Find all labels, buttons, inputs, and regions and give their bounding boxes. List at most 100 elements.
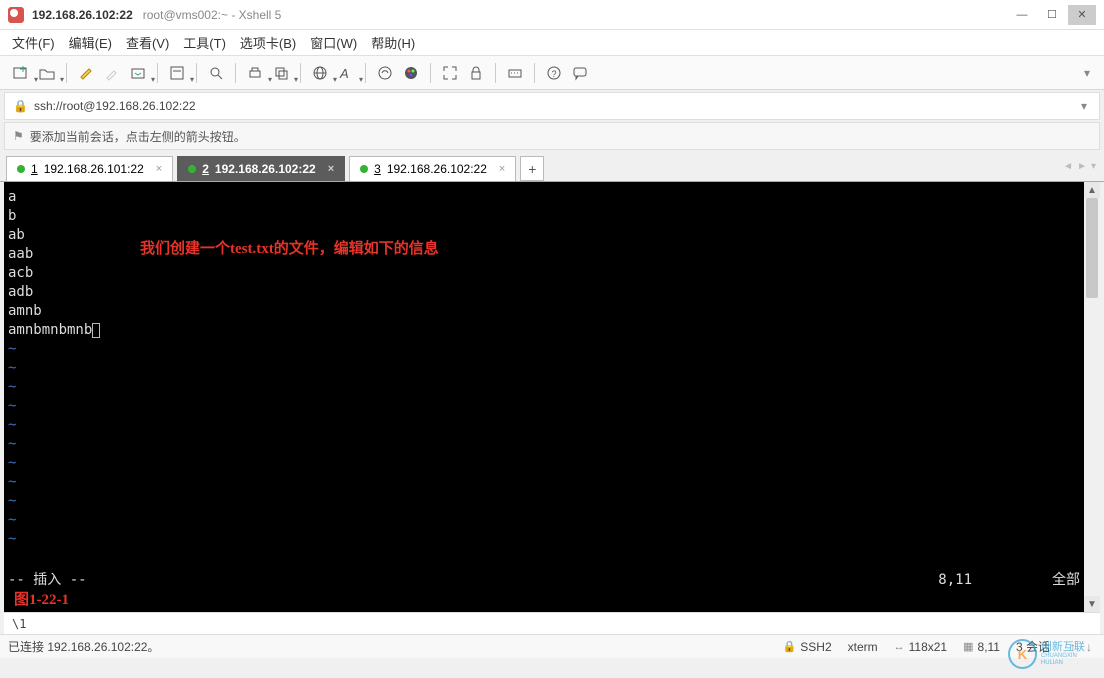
tab-next-icon[interactable]: ► xyxy=(1077,161,1087,172)
color-icon[interactable] xyxy=(400,62,422,84)
reconnect-icon[interactable] xyxy=(127,62,149,84)
scroll-up-icon[interactable]: ▲ xyxy=(1084,182,1100,198)
grid-tiny-icon: ▦ xyxy=(963,640,973,653)
window-title-main: 192.168.26.102:22 xyxy=(32,8,133,22)
toolbar-separator xyxy=(157,63,158,83)
hint-bar: ⚑ 要添加当前会话，点击左侧的箭头按钮。 xyxy=(4,122,1100,150)
keyboard-icon[interactable] xyxy=(504,62,526,84)
minimize-button[interactable]: — xyxy=(1008,5,1036,25)
script-icon[interactable] xyxy=(374,62,396,84)
watermark-text: 创新互联 CHUANGXIN HULIAN xyxy=(1041,641,1098,666)
menu-tabs[interactable]: 选项卡(B) xyxy=(240,33,296,52)
watermark: K 创新互联 CHUANGXIN HULIAN xyxy=(1008,636,1098,672)
status-dot-icon xyxy=(188,165,196,173)
vim-tilde: ~ xyxy=(8,530,1080,549)
open-session-icon[interactable] xyxy=(36,62,58,84)
status-ssh: 🔒SSH2 xyxy=(783,640,832,654)
vim-tilde: ~ xyxy=(8,454,1080,473)
menu-view[interactable]: 查看(V) xyxy=(126,33,169,52)
font-icon[interactable]: A xyxy=(335,62,357,84)
highlight-icon[interactable] xyxy=(75,62,97,84)
vertical-scrollbar[interactable]: ▲ ▼ xyxy=(1084,182,1100,612)
terminal-line: a xyxy=(8,188,1080,207)
tab-number: 2 xyxy=(202,162,209,176)
scroll-down-icon[interactable]: ▼ xyxy=(1084,596,1100,612)
globe-icon[interactable] xyxy=(309,62,331,84)
toolbar-separator xyxy=(430,63,431,83)
toolbar-separator xyxy=(300,63,301,83)
session-tab-3[interactable]: 3 192.168.26.102:22 × xyxy=(349,156,516,181)
vim-tilde: ~ xyxy=(8,492,1080,511)
tab-label: 192.168.26.101:22 xyxy=(44,162,144,176)
tab-nav: ◄ ► ▾ xyxy=(1063,152,1104,181)
eyedropper-icon[interactable] xyxy=(101,62,123,84)
menu-window[interactable]: 窗口(W) xyxy=(310,33,357,52)
print-icon[interactable] xyxy=(244,62,266,84)
tab-close-icon[interactable]: × xyxy=(499,163,505,175)
toolbar-separator xyxy=(365,63,366,83)
terminal-line: amnb xyxy=(8,302,1080,321)
watermark-icon: K xyxy=(1008,639,1037,669)
vim-tilde: ~ xyxy=(8,511,1080,530)
address-bar[interactable]: 🔒 ssh://root@192.168.26.102:22 ▾ xyxy=(4,92,1100,120)
input-echo-text: \1 xyxy=(12,617,26,631)
menu-edit[interactable]: 编辑(E) xyxy=(69,33,112,52)
flag-icon: ⚑ xyxy=(13,129,24,143)
vim-tilde: ~ xyxy=(8,435,1080,454)
menu-bar: 文件(F) 编辑(E) 查看(V) 工具(T) 选项卡(B) 窗口(W) 帮助(… xyxy=(0,30,1104,56)
add-tab-button[interactable]: + xyxy=(520,156,544,181)
fullscreen-icon[interactable] xyxy=(439,62,461,84)
session-tab-1[interactable]: 1 192.168.26.101:22 × xyxy=(6,156,173,181)
scroll-thumb[interactable] xyxy=(1086,198,1098,298)
vim-mode: -- 插入 -- xyxy=(8,571,87,590)
annotation-text: 我们创建一个test.txt的文件，编辑如下的信息 xyxy=(140,240,439,259)
toolbar-overflow-icon[interactable]: ▾ xyxy=(1080,63,1094,83)
new-session-icon[interactable] xyxy=(10,62,32,84)
vim-tilde: ~ xyxy=(8,397,1080,416)
tab-close-icon[interactable]: × xyxy=(328,163,334,175)
address-url: ssh://root@192.168.26.102:22 xyxy=(34,99,196,113)
terminal-line: adb xyxy=(8,283,1080,302)
tab-close-icon[interactable]: × xyxy=(156,163,162,175)
vim-scope: 全部 xyxy=(1052,571,1080,590)
tab-number: 1 xyxy=(31,162,38,176)
menu-file[interactable]: 文件(F) xyxy=(12,33,55,52)
chat-icon[interactable] xyxy=(569,62,591,84)
window-title-sub: root@vms002:~ - Xshell 5 xyxy=(143,8,282,22)
toolbar: A ? ▾ xyxy=(0,56,1104,90)
svg-text:A: A xyxy=(339,66,349,81)
tab-number: 3 xyxy=(374,162,381,176)
app-icon xyxy=(8,7,24,23)
vim-tilde: ~ xyxy=(8,340,1080,359)
tab-label: 192.168.26.102:22 xyxy=(387,162,487,176)
vim-tilde: ~ xyxy=(8,473,1080,492)
cursor-icon xyxy=(92,323,100,338)
close-button[interactable]: ✕ xyxy=(1068,5,1096,25)
terminal-line: acb xyxy=(8,264,1080,283)
vim-tilde: ~ xyxy=(8,378,1080,397)
copy-icon[interactable] xyxy=(270,62,292,84)
status-bar: 已连接 192.168.26.102:22。 🔒SSH2 xterm ↔118x… xyxy=(0,634,1104,658)
terminal[interactable]: a b ab aab acb adb amnb amnbmnbmnb ~~~~~… xyxy=(4,182,1084,612)
search-icon[interactable] xyxy=(205,62,227,84)
terminal-line: b xyxy=(8,207,1080,226)
tab-list-icon[interactable]: ▾ xyxy=(1091,161,1096,172)
maximize-button[interactable]: ☐ xyxy=(1038,5,1066,25)
lock-icon[interactable] xyxy=(465,62,487,84)
toolbar-separator xyxy=(534,63,535,83)
svg-text:?: ? xyxy=(552,69,557,79)
status-dot-icon xyxy=(17,165,25,173)
resize-icon: ↔ xyxy=(894,641,905,653)
terminal-line: amnbmnbmnb xyxy=(8,321,1080,340)
address-overflow-icon[interactable]: ▾ xyxy=(1077,96,1091,116)
menu-tools[interactable]: 工具(T) xyxy=(183,33,226,52)
tab-prev-icon[interactable]: ◄ xyxy=(1063,161,1073,172)
help-icon[interactable]: ? xyxy=(543,62,565,84)
properties-icon[interactable] xyxy=(166,62,188,84)
status-dot-icon xyxy=(360,165,368,173)
menu-help[interactable]: 帮助(H) xyxy=(371,33,415,52)
title-bar: 192.168.26.102:22 root@vms002:~ - Xshell… xyxy=(0,0,1104,30)
figure-label: 图1-22-1 xyxy=(14,591,69,610)
session-tab-2[interactable]: 2 192.168.26.102:22 × xyxy=(177,156,345,181)
window-controls: — ☐ ✕ xyxy=(1008,5,1096,25)
